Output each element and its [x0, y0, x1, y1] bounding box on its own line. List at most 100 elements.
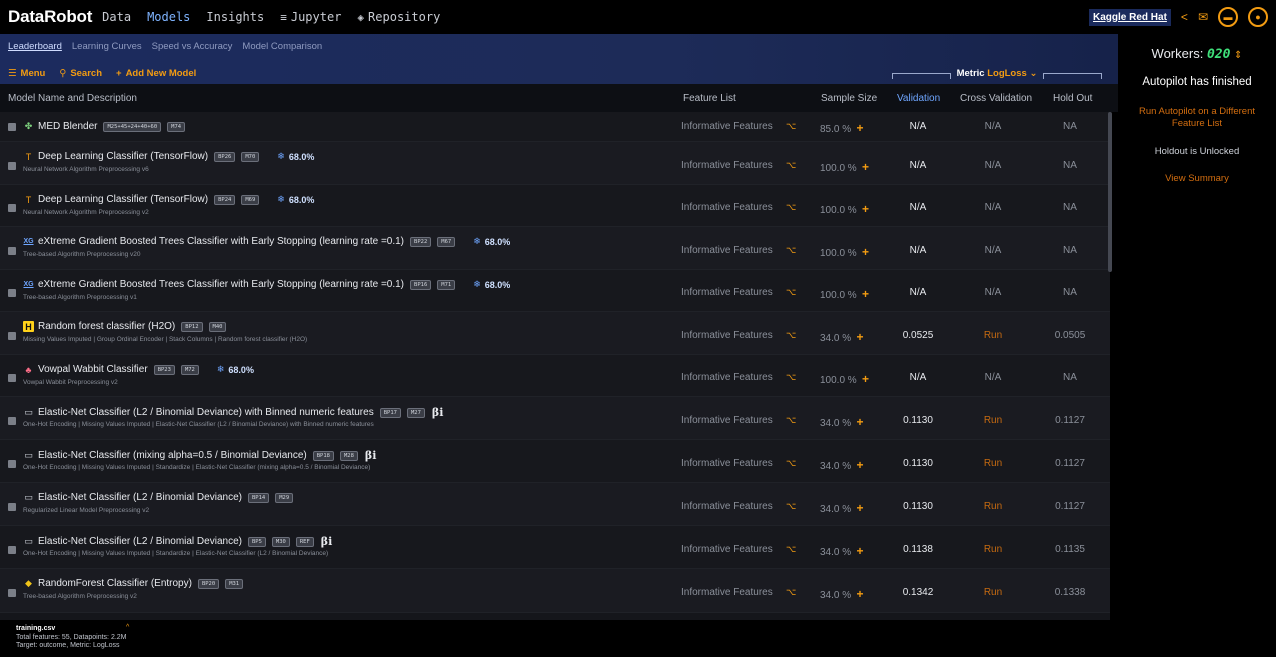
add-new-model-button[interactable]: + Add New Model	[116, 68, 196, 79]
header-feature-list[interactable]: Feature List	[683, 93, 736, 104]
feature-list-icon[interactable]: ⌥	[786, 544, 796, 555]
model-badge[interactable]: M25+45+24+40+60	[103, 121, 162, 132]
table-row[interactable]: ♣ Vowpal Wabbit Classifier BP23 M72 ❄ 68.0% Vo…	[0, 355, 1110, 397]
feature-list-value[interactable]: Informative Features	[681, 245, 773, 256]
model-name[interactable]: ▭ Elastic-Net Classifier (L2 / Binomial D…	[23, 406, 443, 419]
feature-list-value[interactable]: Informative Features	[681, 415, 773, 426]
table-row[interactable]: ▭ Elastic-Net Classifier (L2 / Binomial D…	[0, 483, 1110, 526]
nav-insights[interactable]: Insights	[206, 10, 264, 24]
model-name[interactable]: T Deep Learning Classifier (TensorFlow) BP…	[23, 151, 315, 162]
nav-models[interactable]: Models	[147, 10, 190, 24]
user-icon[interactable]: ●	[1248, 7, 1268, 27]
sample-size[interactable]: 34.0 % +	[820, 415, 863, 429]
add-sample-icon[interactable]: +	[859, 245, 869, 259]
add-sample-icon[interactable]: +	[853, 458, 863, 472]
model-badge[interactable]: M29	[275, 492, 294, 503]
add-sample-icon[interactable]: +	[853, 121, 863, 135]
model-name[interactable]: H Random forest classifier (H2O) BP12 M40	[23, 321, 227, 332]
add-sample-icon[interactable]: +	[853, 501, 863, 515]
feature-list-value[interactable]: Informative Features	[681, 160, 773, 171]
table-row[interactable]: T Deep Learning Classifier (TensorFlow) BP…	[0, 142, 1110, 185]
workers-stepper-icon[interactable]: ⇕	[1234, 50, 1242, 61]
model-name[interactable]: ▭ Elastic-Net Classifier (L2 / Binomial D…	[23, 492, 294, 503]
feature-list-icon[interactable]: ⌥	[786, 160, 796, 171]
feature-list-value[interactable]: Informative Features	[681, 121, 773, 132]
model-badge[interactable]: BP12	[181, 321, 203, 332]
model-name[interactable]: XG eXtreme Gradient Boosted Trees Classif…	[23, 279, 510, 290]
dataset-filename[interactable]: training.csv	[16, 625, 55, 632]
header-model-name[interactable]: Model Name and Description	[8, 93, 137, 104]
feature-list-value[interactable]: Informative Features	[681, 372, 773, 383]
sample-size[interactable]: 100.0 % +	[820, 160, 869, 174]
row-checkbox[interactable]	[8, 204, 16, 212]
run-cv-button[interactable]: Run	[965, 458, 1021, 469]
model-badge[interactable]: M70	[241, 151, 260, 162]
model-badge[interactable]: BP24	[214, 194, 236, 205]
feature-list-icon[interactable]: ⌥	[786, 287, 796, 298]
model-badge[interactable]: M27	[406, 407, 425, 418]
datarobot-logo[interactable]: DataRobot	[8, 7, 92, 27]
tab-leaderboard[interactable]: Leaderboard	[8, 41, 62, 52]
share-icon[interactable]: <	[1181, 10, 1188, 24]
feature-list-icon[interactable]: ⌥	[786, 245, 796, 256]
sample-size[interactable]: 100.0 % +	[820, 245, 869, 259]
table-row[interactable]: XG eXtreme Gradient Boosted Trees Classif…	[0, 270, 1110, 312]
model-badge[interactable]: BP5	[247, 536, 266, 547]
sample-size[interactable]: 34.0 % +	[820, 501, 863, 515]
model-badge[interactable]: M69	[241, 194, 260, 205]
add-sample-icon[interactable]: +	[853, 587, 863, 601]
model-badge[interactable]: BP22	[410, 236, 432, 247]
folder-icon[interactable]: ▬	[1218, 7, 1238, 27]
feature-list-value[interactable]: Informative Features	[681, 544, 773, 555]
table-row[interactable]: H Random forest classifier (H2O) BP12 M40 Mi…	[0, 312, 1110, 355]
coefficients-icon[interactable]: βi	[432, 406, 443, 419]
model-name[interactable]: ◆ RandomForest Classifier (Entropy) BP20 M3…	[23, 578, 244, 589]
announcement-icon[interactable]: ✉	[1198, 10, 1208, 24]
model-badge[interactable]: BP16	[410, 279, 432, 290]
project-name-link[interactable]: Kaggle Red Hat	[1089, 8, 1171, 26]
add-sample-icon[interactable]: +	[859, 160, 869, 174]
feature-list-value[interactable]: Informative Features	[681, 330, 773, 341]
run-cv-button[interactable]: Run	[965, 330, 1021, 341]
header-sample-size[interactable]: Sample Size	[821, 93, 877, 104]
add-sample-icon[interactable]: +	[853, 415, 863, 429]
feature-list-icon[interactable]: ⌥	[786, 202, 796, 213]
header-validation[interactable]: Validation	[897, 93, 940, 104]
menu-button[interactable]: ☰ Menu	[8, 68, 45, 79]
tab-learning-curves[interactable]: Learning Curves	[72, 41, 142, 52]
feature-list-icon[interactable]: ⌥	[786, 501, 796, 512]
table-row[interactable]: ✤ MED Blender M25+45+24+40+60 M74 Informativ…	[0, 112, 1110, 142]
nav-repository[interactable]: ◈ Repository	[357, 10, 440, 24]
model-badge[interactable]: BP18	[312, 450, 334, 461]
row-checkbox[interactable]	[8, 546, 16, 554]
table-row[interactable]: XG eXtreme Gradient Boosted Trees Classif…	[0, 227, 1110, 270]
row-checkbox[interactable]	[8, 503, 16, 511]
model-badge[interactable]: M40	[208, 321, 227, 332]
add-sample-icon[interactable]: +	[859, 372, 869, 386]
feature-list-icon[interactable]: ⌥	[786, 330, 796, 341]
coefficients-icon[interactable]: βi	[365, 449, 376, 462]
sample-size[interactable]: 100.0 % +	[820, 202, 869, 216]
table-row[interactable]: ▭ Elastic-Net Classifier (mixing alpha=0.…	[0, 440, 1110, 483]
view-summary-link[interactable]: View Summary	[1118, 173, 1276, 184]
model-name[interactable]: ♣ Vowpal Wabbit Classifier BP23 M72 ❄ 68.0%	[23, 364, 254, 375]
tab-model-comparison[interactable]: Model Comparison	[242, 41, 322, 52]
sample-size[interactable]: 34.0 % +	[820, 544, 863, 558]
model-name[interactable]: ▭ Elastic-Net Classifier (L2 / Binomial D…	[23, 535, 332, 548]
tab-speed-vs-accuracy[interactable]: Speed vs Accuracy	[152, 41, 233, 52]
run-cv-button[interactable]: Run	[965, 415, 1021, 426]
feature-list-value[interactable]: Informative Features	[681, 458, 773, 469]
feature-list-icon[interactable]: ⌥	[786, 372, 796, 383]
chevron-up-icon[interactable]: ^	[126, 624, 129, 631]
row-checkbox[interactable]	[8, 332, 16, 340]
model-badge[interactable]: BP23	[153, 364, 175, 375]
run-autopilot-link[interactable]: Run Autopilot on a Different Feature Lis…	[1118, 106, 1276, 130]
table-row[interactable]: ▭ Elastic-Net Classifier (L2 / Binomial D…	[0, 397, 1110, 440]
row-checkbox[interactable]	[8, 289, 16, 297]
model-badge[interactable]: M67	[437, 236, 456, 247]
search-button[interactable]: ⚲ Search	[59, 68, 102, 79]
feature-list-value[interactable]: Informative Features	[681, 501, 773, 512]
row-checkbox[interactable]	[8, 460, 16, 468]
header-hold-out[interactable]: Hold Out	[1053, 93, 1092, 104]
add-sample-icon[interactable]: +	[859, 202, 869, 216]
